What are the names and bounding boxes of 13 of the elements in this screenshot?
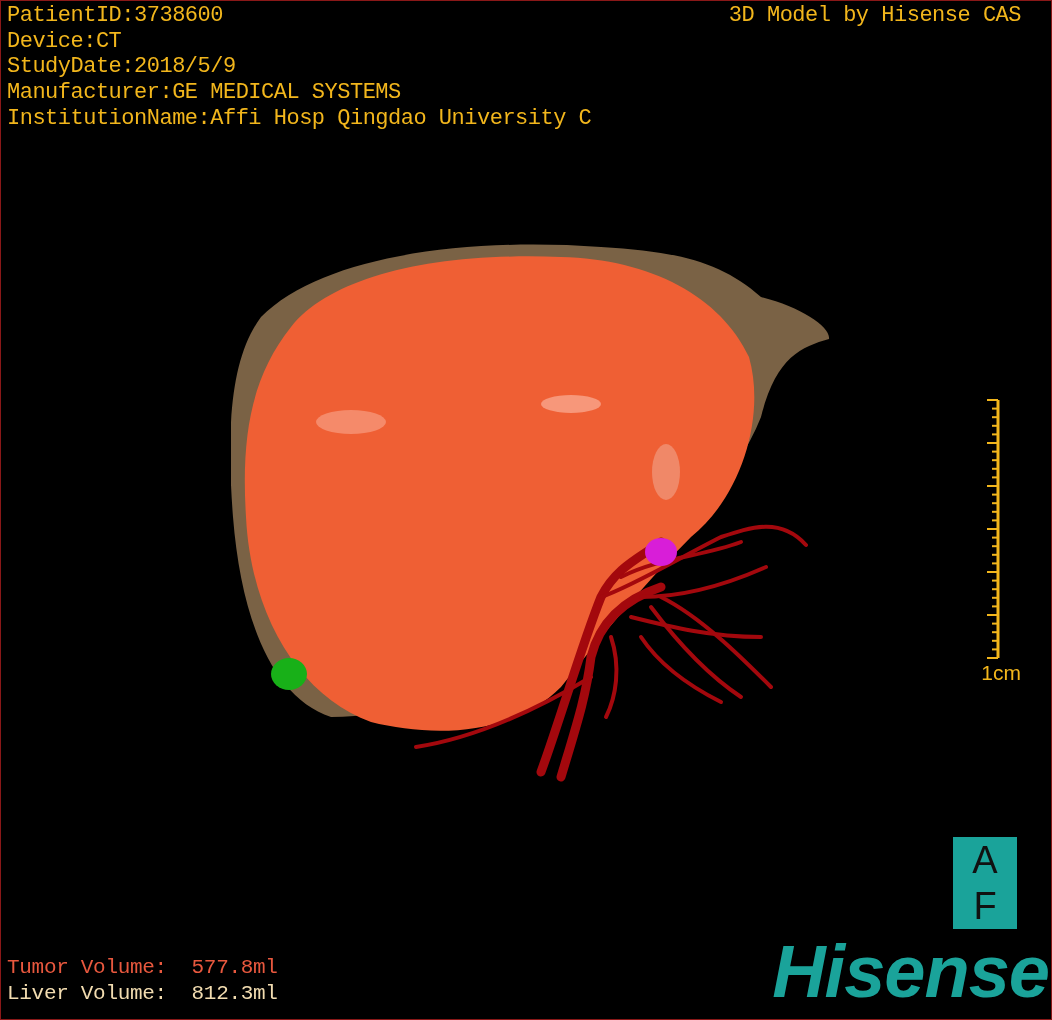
study-info-text: StudyDate:2018/5/9 xyxy=(7,54,237,81)
orientation-letter: A xyxy=(972,841,998,879)
volume-text: Tumor Volume: 577.8ml xyxy=(7,955,278,981)
study-info-text: PatientID:3738600 xyxy=(7,3,224,29)
scale-label: 1cm xyxy=(981,660,1021,685)
volume-text: Liver Volume: 812.3ml xyxy=(7,981,278,1007)
study-info-text: Device:CT xyxy=(7,28,123,55)
viewer-title: 3D Model by Hisense CAS xyxy=(728,3,1021,30)
orientation-letter: F xyxy=(973,887,997,925)
study-info-text: Manufacturer:GE MEDICAL SYSTEMS xyxy=(7,80,402,106)
orientation-cube[interactable]: A F xyxy=(953,837,1017,929)
study-info-text: InstitutionName:Affi Hosp Qingdao University C xyxy=(7,105,592,132)
brand-logo: Hisense xyxy=(772,935,1049,1009)
